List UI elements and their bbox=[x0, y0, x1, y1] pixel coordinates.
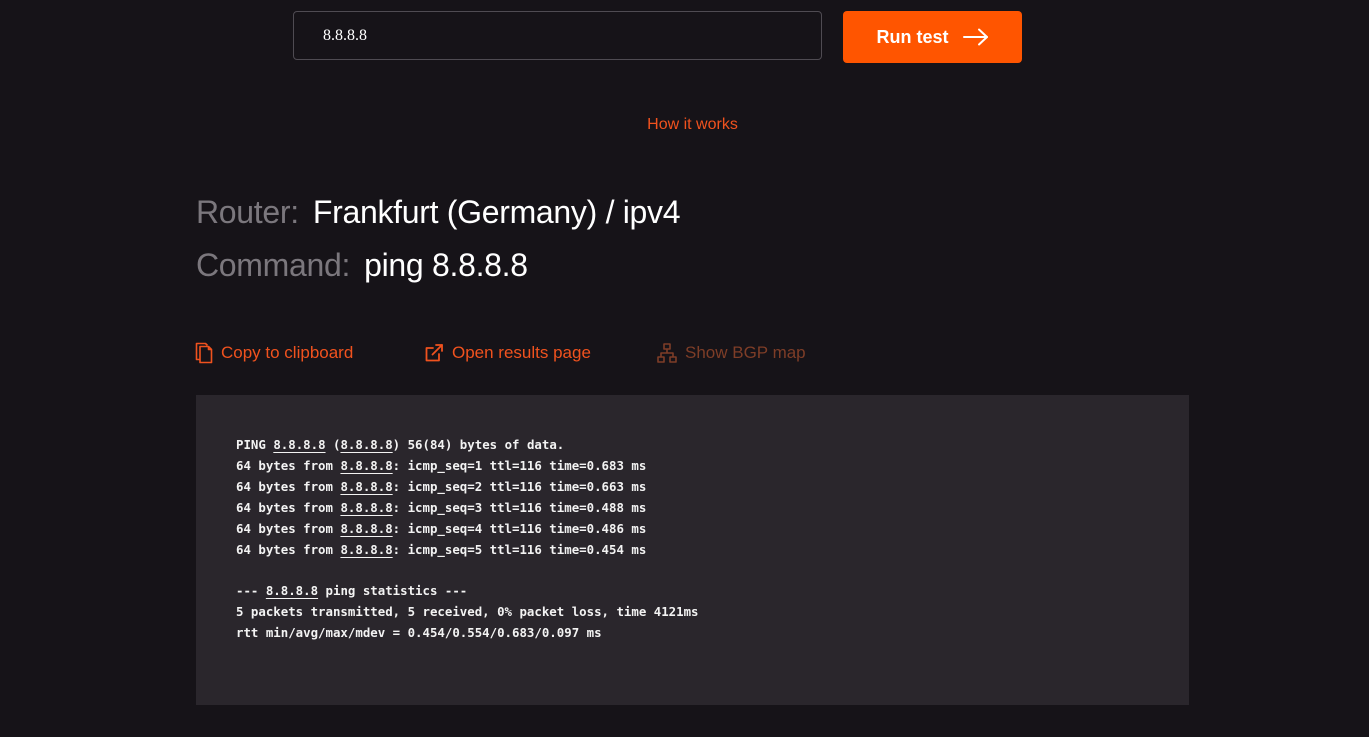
command-value: ping 8.8.8.8 bbox=[364, 247, 528, 283]
ip-link[interactable]: 8.8.8.8 bbox=[340, 521, 392, 536]
output-line-6: 64 bytes from 8.8.8.8: icmp_seq=5 ttl=11… bbox=[236, 541, 647, 557]
output-line-9: 5 packets transmitted, 5 received, 0% pa… bbox=[236, 604, 699, 620]
ip-link[interactable]: 8.8.8.8 bbox=[340, 437, 392, 452]
external-link-icon bbox=[424, 343, 444, 363]
ping-output: PING 8.8.8.8 (8.8.8.8) 56(84) bytes of d… bbox=[236, 435, 1189, 644]
arrow-right-icon bbox=[962, 28, 989, 46]
how-it-works-link[interactable]: How it works bbox=[0, 116, 1369, 134]
output-line-1: PING 8.8.8.8 (8.8.8.8) 56(84) bytes of d… bbox=[236, 437, 565, 452]
run-test-button[interactable]: Run test bbox=[843, 11, 1022, 63]
action-bar: Copy to clipboard Open results page Show… bbox=[195, 340, 835, 366]
open-results-page-link[interactable]: Open results page bbox=[424, 340, 591, 366]
output-line-4: 64 bytes from 8.8.8.8: icmp_seq=3 ttl=11… bbox=[236, 499, 647, 515]
ip-link[interactable]: 8.8.8.8 bbox=[340, 500, 392, 515]
page: Run test How it works Router: Frankfurt (… bbox=[0, 0, 1369, 737]
run-test-label: Run test bbox=[876, 26, 949, 47]
copy-to-clipboard-button[interactable]: Copy to clipboard bbox=[195, 340, 353, 366]
show-bgp-map-button[interactable]: Show BGP map bbox=[657, 340, 806, 366]
ip-link[interactable]: 8.8.8.8 bbox=[340, 479, 392, 494]
show-bgp-map-label: Show BGP map bbox=[685, 343, 806, 362]
ping-output-panel: PING 8.8.8.8 (8.8.8.8) 56(84) bytes of d… bbox=[196, 395, 1189, 705]
sitemap-icon bbox=[657, 343, 677, 363]
ip-link[interactable]: 8.8.8.8 bbox=[266, 583, 318, 598]
output-line-10: rtt min/avg/max/mdev = 0.454/0.554/0.683… bbox=[236, 625, 602, 641]
copy-to-clipboard-label: Copy to clipboard bbox=[221, 343, 354, 362]
output-line-5: 64 bytes from 8.8.8.8: icmp_seq=4 ttl=11… bbox=[236, 520, 647, 536]
ip-link[interactable]: 8.8.8.8 bbox=[273, 437, 325, 452]
router-value: Frankfurt (Germany) / ipv4 bbox=[312, 194, 681, 230]
open-results-page-label: Open results page bbox=[452, 343, 591, 362]
ip-link[interactable]: 8.8.8.8 bbox=[340, 458, 392, 473]
output-line-3: 64 bytes from 8.8.8.8: icmp_seq=2 ttl=11… bbox=[236, 478, 647, 494]
router-line: Router: Frankfurt (Germany) / ipv4 bbox=[196, 194, 681, 231]
ip-link[interactable]: 8.8.8.8 bbox=[340, 542, 392, 557]
output-line-8: --- 8.8.8.8 ping statistics --- bbox=[236, 583, 468, 599]
host-input[interactable] bbox=[293, 11, 822, 60]
copy-icon bbox=[195, 342, 213, 364]
output-line-2: 64 bytes from 8.8.8.8: icmp_seq=1 ttl=11… bbox=[236, 457, 647, 473]
command-label: Command: bbox=[196, 247, 351, 283]
command-line: Command: ping 8.8.8.8 bbox=[196, 247, 528, 284]
router-label: Router: bbox=[196, 194, 299, 230]
